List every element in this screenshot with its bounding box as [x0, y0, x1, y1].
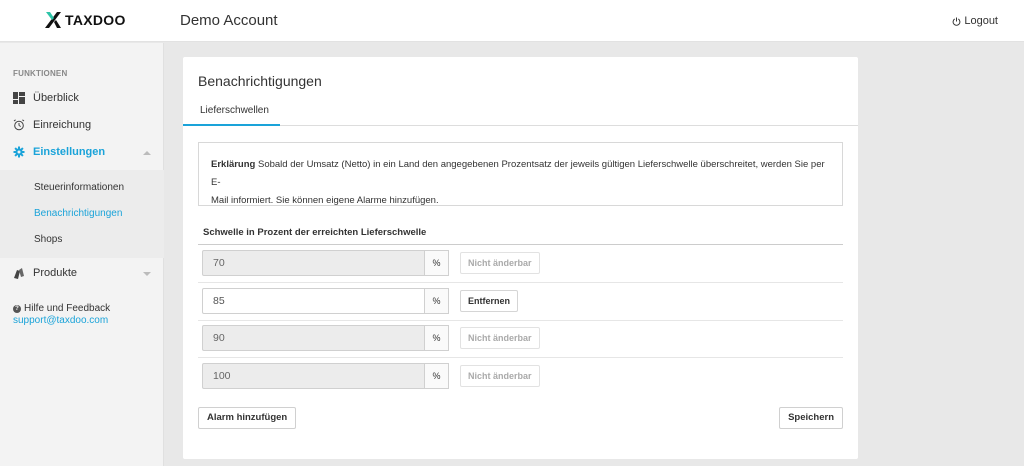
sidebar-item-label: Einstellungen — [33, 146, 106, 158]
info-text-line1: Sobald der Umsatz (Netto) in ein Land de… — [211, 159, 825, 188]
logout-link[interactable]: Logout — [952, 15, 998, 27]
threshold-row: 100 % Nicht änderbar — [202, 363, 540, 389]
notifications-card: Benachrichtigungen Lieferschwellen Erklä… — [183, 57, 858, 459]
not-changeable-button: Nicht änderbar — [460, 365, 540, 387]
divider — [198, 357, 843, 358]
sidebar-item-submission[interactable]: Einreichung — [13, 119, 91, 131]
products-icon — [14, 268, 24, 279]
settings-subnav: Steuerinformationen Benachrichtigungen S… — [0, 170, 164, 258]
not-changeable-button: Nicht änderbar — [460, 327, 540, 349]
power-icon — [952, 16, 961, 26]
threshold-input: 70 — [202, 250, 425, 276]
account-name: Demo Account — [180, 12, 278, 29]
alarm-clock-icon — [13, 119, 25, 131]
subnav-item-notifications[interactable]: Benachrichtigungen — [34, 208, 122, 219]
info-bold-label: Erklärung — [211, 159, 256, 170]
taxdoo-logo-icon — [45, 12, 61, 28]
sidebar-item-label: Überblick — [33, 92, 79, 104]
sidebar-item-products[interactable]: Produkte — [13, 267, 77, 279]
support-email-link[interactable]: support@taxdoo.com — [13, 315, 110, 326]
sidebar-heading: FUNKTIONEN — [13, 69, 68, 78]
dashboard-icon — [13, 92, 25, 104]
help-section: ? Hilfe und Feedback support@taxdoo.com — [13, 303, 110, 326]
sidebar-item-label: Einreichung — [33, 119, 92, 131]
add-alarm-button[interactable]: Alarm hinzufügen — [198, 407, 297, 429]
not-changeable-button: Nicht änderbar — [460, 252, 540, 274]
chevron-up-icon[interactable] — [143, 151, 151, 155]
logout-label: Logout — [964, 15, 998, 27]
threshold-input[interactable]: 85 — [202, 288, 425, 314]
threshold-section-label: Schwelle in Prozent der erreichten Liefe… — [203, 227, 427, 238]
threshold-row: 70 % Nicht änderbar — [202, 250, 540, 276]
info-text-line2: Mail informiert. Sie können eigene Alarm… — [211, 195, 439, 206]
tab-bar: Lieferschwellen — [183, 98, 858, 126]
divider — [198, 282, 843, 283]
threshold-row: 90 % Nicht änderbar — [202, 325, 540, 351]
percent-addon: % — [425, 325, 449, 351]
gear-icon — [13, 146, 25, 158]
brand-name: TAXDOO — [65, 12, 126, 28]
threshold-input: 100 — [202, 363, 425, 389]
threshold-input: 90 — [202, 325, 425, 351]
sidebar-item-overview[interactable]: Überblick — [13, 92, 79, 104]
sidebar: FUNKTIONEN Überblick Einreichung Einstel… — [0, 43, 164, 466]
percent-addon: % — [425, 363, 449, 389]
save-button[interactable]: Speichern — [779, 407, 843, 429]
divider — [198, 320, 843, 321]
tab-delivery-thresholds[interactable]: Lieferschwellen — [183, 98, 280, 126]
sidebar-item-settings[interactable]: Einstellungen — [13, 146, 105, 158]
divider — [198, 244, 843, 245]
info-box: Erklärung Sobald der Umsatz (Netto) in e… — [198, 142, 843, 206]
question-icon: ? — [13, 304, 21, 313]
subnav-item-tax-information[interactable]: Steuerinformationen — [34, 182, 124, 193]
subnav-item-shops[interactable]: Shops — [34, 234, 62, 245]
page-title: Benachrichtigungen — [198, 73, 322, 89]
remove-button[interactable]: Entfernen — [460, 290, 519, 312]
percent-addon: % — [425, 250, 449, 276]
sidebar-item-label: Produkte — [33, 267, 78, 279]
help-feedback-link[interactable]: ? Hilfe und Feedback — [13, 303, 110, 314]
percent-addon: % — [425, 288, 449, 314]
help-label: Hilfe und Feedback — [24, 303, 111, 314]
top-bar: TAXDOO Demo Account Logout — [0, 0, 1024, 42]
threshold-row: 85 % Entfernen — [202, 288, 519, 314]
chevron-down-icon[interactable] — [143, 272, 151, 276]
taxdoo-logo[interactable]: TAXDOO — [45, 12, 126, 28]
